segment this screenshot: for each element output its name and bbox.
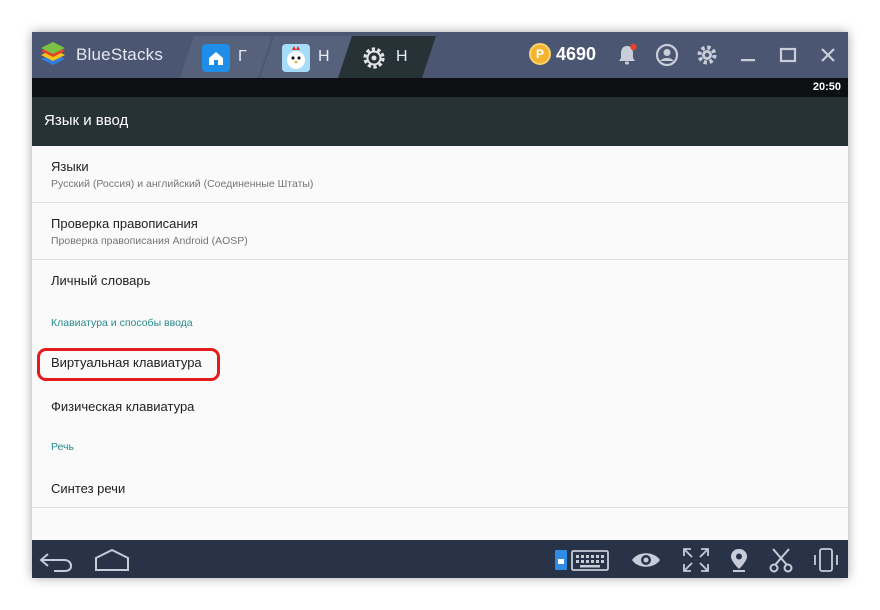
back-icon[interactable] bbox=[36, 546, 76, 574]
section-header-speech: Речь bbox=[51, 441, 74, 453]
coin-balance[interactable]: P 4690 bbox=[529, 43, 596, 65]
item-summary: Проверка правописания Android (AOSP) bbox=[51, 235, 248, 247]
settings-list: Языки Русский (Россия) и английский (Сое… bbox=[32, 146, 848, 540]
item-title: Личный словарь bbox=[51, 273, 151, 288]
fullscreen-icon[interactable] bbox=[680, 546, 712, 574]
divider bbox=[32, 507, 848, 508]
item-title: Физическая клавиатура bbox=[51, 399, 195, 414]
item-title: Виртуальная клавиатура bbox=[51, 355, 202, 370]
maximize-icon[interactable] bbox=[775, 42, 801, 68]
bell-icon[interactable] bbox=[614, 42, 640, 68]
action-bar: Язык и ввод bbox=[32, 97, 848, 146]
tab-home[interactable]: Г bbox=[180, 36, 272, 78]
rotate-icon[interactable] bbox=[810, 546, 842, 574]
android-status-bar: 20:50 bbox=[32, 78, 848, 97]
tab-label: Г bbox=[238, 48, 247, 65]
page-title: Язык и ввод bbox=[44, 112, 129, 129]
tab-label: Н bbox=[318, 48, 330, 65]
location-icon[interactable] bbox=[724, 546, 754, 574]
item-title: Синтез речи bbox=[51, 481, 126, 496]
app-name: BlueStacks bbox=[76, 45, 164, 64]
account-icon[interactable] bbox=[654, 42, 680, 68]
status-clock: 20:50 bbox=[812, 81, 841, 93]
tab-label: Н bbox=[396, 48, 408, 65]
home-icon[interactable] bbox=[90, 546, 134, 574]
item-summary: Русский (Россия) и английский (Соединенн… bbox=[51, 178, 314, 190]
brand: BlueStacks bbox=[38, 40, 163, 70]
list-item-tts[interactable]: Синтез речи bbox=[32, 468, 848, 512]
list-item-personal-dictionary[interactable]: Личный словарь bbox=[32, 260, 848, 304]
bluestacks-logo-icon bbox=[41, 42, 65, 65]
bluestacks-window: BlueStacks Г Н Н P 4690 20:50 Язык и вво… bbox=[32, 32, 848, 578]
gear-icon[interactable] bbox=[694, 42, 720, 68]
list-item-virtual-keyboard[interactable]: Виртуальная клавиатура bbox=[32, 342, 848, 386]
title-bar: BlueStacks Г Н Н P 4690 bbox=[32, 32, 848, 78]
bottom-toolbar bbox=[32, 540, 848, 578]
scissors-icon[interactable] bbox=[765, 546, 797, 574]
minimize-icon[interactable] bbox=[735, 42, 761, 68]
list-item-languages[interactable]: Языки Русский (Россия) и английский (Сое… bbox=[32, 146, 848, 202]
section-header-keyboard: Клавиатура и способы ввода bbox=[51, 317, 193, 329]
item-title: Проверка правописания bbox=[51, 216, 198, 231]
list-item-physical-keyboard[interactable]: Физическая клавиатура bbox=[32, 386, 848, 430]
close-icon[interactable] bbox=[815, 42, 841, 68]
settings-gear-icon bbox=[360, 44, 388, 72]
item-title: Языки bbox=[51, 159, 89, 174]
eye-icon[interactable] bbox=[628, 546, 664, 574]
list-item-spellcheck[interactable]: Проверка правописания Проверка правописа… bbox=[32, 203, 848, 259]
keyboard-icon[interactable] bbox=[552, 546, 612, 574]
chicken-game-icon bbox=[282, 44, 310, 72]
coin-count: 4690 bbox=[556, 43, 597, 64]
home-icon bbox=[202, 44, 230, 72]
tab-settings[interactable]: Н bbox=[338, 36, 436, 78]
coin-icon: P bbox=[529, 43, 551, 65]
